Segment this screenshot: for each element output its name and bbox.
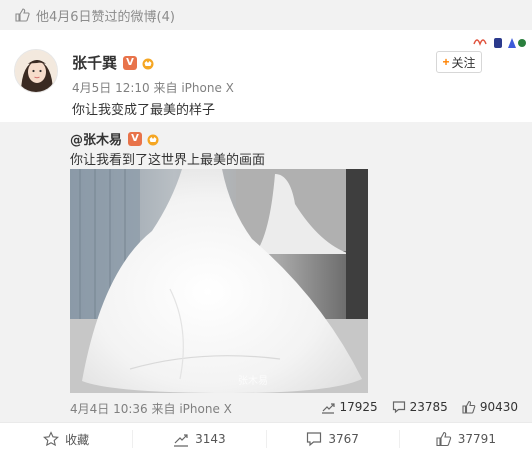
avatar[interactable] xyxy=(14,49,58,93)
photo-watermark: 张木易 xyxy=(238,376,268,387)
repost-button[interactable]: 3143 xyxy=(133,430,267,448)
wedding-dress-image xyxy=(70,169,368,393)
member-crown-icon xyxy=(142,58,154,69)
thumbs-up-icon xyxy=(15,8,30,22)
follow-label: 关注 xyxy=(451,55,476,70)
weibo-post-card: 他4月6日赞过的微博(4) 张千巽 V 4月5日 12:10 来自 iPhone… xyxy=(0,0,532,455)
post-source: 来自 iPhone X xyxy=(153,81,234,95)
repost-count-value: 17925 xyxy=(339,400,378,414)
post-time: 4月5日 12:10 xyxy=(72,81,150,95)
star-icon xyxy=(43,431,60,447)
repost-time: 4月4日 10:36 xyxy=(70,402,148,416)
wedding-dress-photo[interactable]: 张木易 xyxy=(70,169,368,393)
post-meta: 4月5日 12:10 来自 iPhone X xyxy=(72,79,234,96)
plus-icon: + xyxy=(442,55,450,69)
comment-button-count: 3767 xyxy=(328,432,359,446)
repost-text: 你让我看到了这世界上最美的画面 xyxy=(70,153,266,168)
doodle-decoration-icon xyxy=(473,38,526,48)
favorite-button[interactable]: 收藏 xyxy=(0,430,134,448)
post-text: 你让我变成了最美的样子 xyxy=(72,103,216,118)
repost-author[interactable]: @张木易 V xyxy=(70,129,161,148)
comment-count-value: 23785 xyxy=(409,400,448,414)
like-count-value: 90430 xyxy=(479,400,518,414)
like-button-count: 37791 xyxy=(457,432,496,446)
user-name[interactable]: 张千巽 V xyxy=(72,52,156,73)
liked-banner[interactable]: 他4月6日赞过的微博(4) xyxy=(0,0,532,30)
follow-button[interactable]: + 关注 xyxy=(436,51,482,73)
repost-icon xyxy=(174,434,189,447)
repost-source: 来自 iPhone X xyxy=(151,402,232,416)
repost-stats: 17925 23785 90430 xyxy=(321,400,518,414)
favorite-label: 收藏 xyxy=(65,432,90,447)
repost-count[interactable]: 17925 xyxy=(321,400,378,414)
action-bar: 收藏 3143 3767 37791 xyxy=(0,422,532,455)
verified-badge-icon: V xyxy=(128,131,143,146)
member-crown-icon xyxy=(147,134,159,145)
thumbs-up-icon xyxy=(462,400,476,414)
thumbs-up-icon xyxy=(436,431,451,447)
repost-author-name[interactable]: @张木易 xyxy=(70,129,122,148)
verified-badge-icon: V xyxy=(123,55,138,70)
repost-meta: 4月4日 10:36 来自 iPhone X xyxy=(70,400,232,417)
like-button[interactable]: 37791 xyxy=(400,430,532,448)
user-name-text: 张千巽 xyxy=(72,54,118,72)
like-count[interactable]: 90430 xyxy=(462,400,518,414)
repost-icon xyxy=(322,403,336,414)
comment-count[interactable]: 23785 xyxy=(392,400,448,414)
comment-button[interactable]: 3767 xyxy=(267,430,400,448)
avatar-portrait-icon xyxy=(15,50,57,92)
repost-box[interactable]: @张木易 V 你让我看到了这世界上最美的画面 张木易 4月4日 10:36 来自… xyxy=(0,122,532,422)
comment-icon xyxy=(307,432,322,447)
comment-icon xyxy=(392,401,405,414)
liked-banner-text: 他4月6日赞过的微博(4) xyxy=(36,9,175,25)
repost-button-count: 3143 xyxy=(195,432,226,446)
